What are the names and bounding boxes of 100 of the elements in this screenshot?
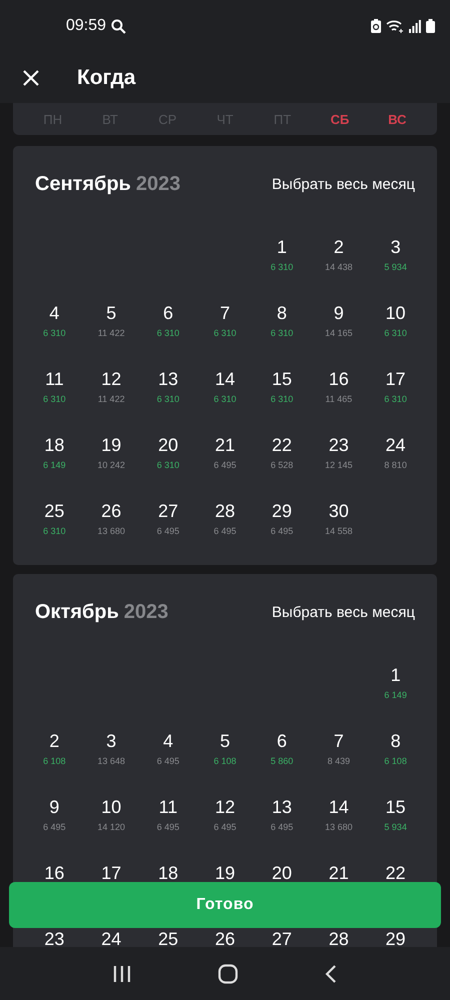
price-label: 6 310 xyxy=(156,394,180,404)
day-number[interactable]: 14 xyxy=(214,370,235,388)
day-number[interactable]: 19 xyxy=(214,864,235,882)
price-label: 13 680 xyxy=(98,526,126,536)
day-number[interactable]: 1 xyxy=(390,666,401,684)
price-label: 6 310 xyxy=(270,328,294,338)
day-number[interactable]: 7 xyxy=(220,304,230,322)
day-number[interactable]: 22 xyxy=(386,864,406,882)
day-number[interactable]: 5 xyxy=(220,732,230,750)
price-label: 6 310 xyxy=(43,526,66,536)
day-number[interactable]: 21 xyxy=(214,436,235,454)
day-number[interactable]: 29 xyxy=(272,502,292,520)
month-name: Сентябрь xyxy=(35,172,131,196)
price-label: 6 310 xyxy=(384,328,407,338)
day-number[interactable]: 3 xyxy=(106,732,116,750)
month-name: Октябрь xyxy=(35,600,119,624)
day-number[interactable]: 28 xyxy=(328,930,349,947)
day-number[interactable]: 6 xyxy=(163,304,174,322)
day-number[interactable]: 4 xyxy=(163,732,174,750)
back-icon[interactable] xyxy=(324,964,337,982)
day-number[interactable]: 9 xyxy=(334,304,344,322)
screen-title: Когда xyxy=(77,66,136,90)
day-number[interactable]: 8 xyxy=(276,304,287,322)
day-number[interactable]: 10 xyxy=(386,304,406,322)
day-number[interactable]: 17 xyxy=(101,864,122,882)
month-year: 2023 xyxy=(124,600,168,624)
day-number[interactable]: 25 xyxy=(158,930,178,947)
day-number[interactable]: 28 xyxy=(214,502,235,520)
weekday-label: ВС xyxy=(388,112,406,126)
battery-icon xyxy=(426,19,435,33)
day-number[interactable]: 10 xyxy=(101,798,122,816)
day-number[interactable]: 27 xyxy=(272,930,292,947)
day-number[interactable]: 29 xyxy=(386,930,406,947)
price-label: 6 310 xyxy=(214,394,236,404)
day-number[interactable]: 13 xyxy=(158,370,178,388)
day-number[interactable]: 21 xyxy=(328,864,349,882)
day-number[interactable]: 12 xyxy=(214,798,235,816)
select-month-button[interactable]: Выбрать весь месяц xyxy=(272,604,415,620)
day-number[interactable]: 27 xyxy=(158,502,178,520)
day-number[interactable]: 12 xyxy=(101,370,122,388)
day-number[interactable]: 23 xyxy=(328,436,349,454)
price-label: 6 108 xyxy=(384,756,407,766)
day-number[interactable]: 3 xyxy=(390,238,401,256)
day-number[interactable]: 5 xyxy=(106,304,116,322)
price-label: 6 495 xyxy=(214,526,236,536)
price-label: 6 310 xyxy=(156,460,180,470)
price-label: 6 310 xyxy=(156,328,180,338)
price-label: 13 680 xyxy=(324,822,352,832)
day-number[interactable]: 9 xyxy=(49,798,60,816)
day-number[interactable]: 2 xyxy=(49,732,60,750)
price-label: 6 310 xyxy=(270,262,294,272)
day-number[interactable]: 18 xyxy=(158,864,178,882)
price-label: 6 495 xyxy=(214,822,236,832)
day-number[interactable]: 15 xyxy=(272,370,292,388)
price-label: 6 149 xyxy=(43,460,66,470)
day-number[interactable]: 7 xyxy=(334,732,344,750)
day-number[interactable]: 14 xyxy=(328,798,349,816)
day-number[interactable]: 2 xyxy=(334,238,344,256)
price-label: 14 558 xyxy=(324,526,352,536)
day-number[interactable]: 6 xyxy=(276,732,287,750)
price-label: 13 648 xyxy=(98,756,126,766)
day-number[interactable]: 16 xyxy=(44,864,64,882)
day-number[interactable]: 20 xyxy=(272,864,292,882)
select-month-button[interactable]: Выбрать весь месяц xyxy=(272,176,415,192)
day-number[interactable]: 22 xyxy=(272,436,292,454)
day-number[interactable]: 24 xyxy=(386,436,406,454)
price-label: 6 310 xyxy=(384,394,407,404)
price-label: 6 310 xyxy=(270,394,294,404)
day-number[interactable]: 18 xyxy=(44,436,64,454)
day-number[interactable]: 13 xyxy=(272,798,292,816)
day-number[interactable]: 15 xyxy=(386,798,406,816)
day-number[interactable]: 8 xyxy=(390,732,401,750)
price-label: 6 495 xyxy=(156,526,180,536)
battery-saver-icon xyxy=(371,19,381,33)
day-number[interactable]: 17 xyxy=(386,370,406,388)
day-number[interactable]: 1 xyxy=(276,238,287,256)
day-number[interactable]: 20 xyxy=(158,436,178,454)
signal-icon xyxy=(409,20,421,32)
day-number[interactable]: 23 xyxy=(44,930,64,947)
day-number[interactable]: 26 xyxy=(214,930,235,947)
price-label: 8 810 xyxy=(384,460,407,470)
recent-apps-icon[interactable] xyxy=(113,964,132,982)
day-number[interactable]: 16 xyxy=(328,370,349,388)
day-number[interactable]: 11 xyxy=(158,798,178,816)
price-label: 6 108 xyxy=(214,756,236,766)
month-year: 2023 xyxy=(136,172,180,196)
day-number[interactable]: 19 xyxy=(101,436,122,454)
price-label: 6 310 xyxy=(43,328,66,338)
day-number[interactable]: 11 xyxy=(45,370,64,388)
day-number[interactable]: 4 xyxy=(49,304,60,322)
day-number[interactable]: 24 xyxy=(101,930,122,947)
home-icon[interactable] xyxy=(218,964,238,984)
weekday-label: СБ xyxy=(330,112,350,126)
price-label: 6 495 xyxy=(270,822,294,832)
price-label: 12 145 xyxy=(324,460,352,470)
price-label: 8 439 xyxy=(327,756,350,766)
day-number[interactable]: 25 xyxy=(44,502,64,520)
day-number[interactable]: 30 xyxy=(328,502,349,520)
price-label: 6 108 xyxy=(43,756,66,766)
day-number[interactable]: 26 xyxy=(101,502,122,520)
